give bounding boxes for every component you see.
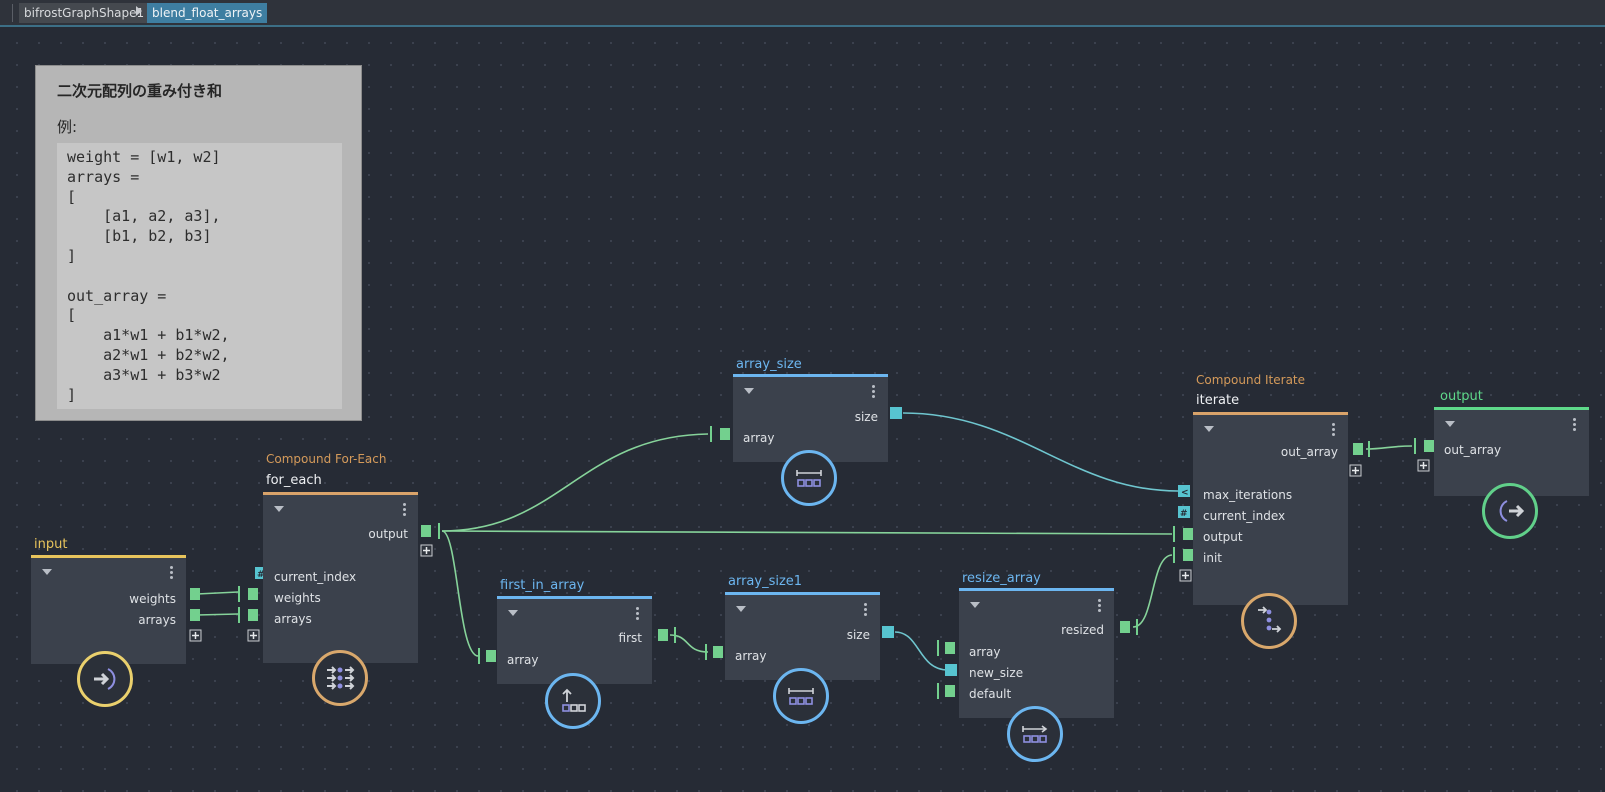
output-node-icon [1482, 483, 1538, 539]
wire-to-iterate-output [441, 530, 1173, 535]
wire-size-to-new-size [894, 631, 949, 671]
port-label-out-array: out_array [1444, 443, 1502, 457]
port-label-new-size: new_size [969, 666, 1024, 680]
node-title-array-size: array_size [736, 357, 802, 372]
first-in-array-icon [545, 673, 601, 729]
wire-out-array-to-output [1365, 445, 1413, 450]
node-title-output: output [1440, 389, 1483, 404]
note-code-block: weight = [w1, w2] arrays = [ [a1, a2, a3… [57, 143, 342, 409]
port-label-arrays: arrays [274, 612, 312, 626]
input-node-icon [77, 651, 133, 707]
node-body-resize-array[interactable]: resized array new_size default [959, 588, 1114, 718]
collapse-caret-icon[interactable] [508, 610, 518, 616]
node-title-first-in-array: first_in_array [500, 578, 585, 593]
port-label-current-index: current_index [1203, 509, 1286, 523]
port-label-arrays: arrays [138, 613, 176, 627]
collapse-caret-icon[interactable] [1445, 421, 1455, 427]
port-label-output: output [368, 527, 408, 541]
port-label-current-index: current_index [274, 570, 357, 584]
collapse-caret-icon[interactable] [274, 506, 284, 512]
iterate-icon [1241, 593, 1297, 649]
port-label-weights: weights [274, 591, 321, 605]
port-label-output: output [1203, 530, 1243, 544]
svg-text:#: # [1180, 509, 1188, 519]
wire-weights [196, 591, 239, 595]
collapse-caret-icon[interactable] [970, 602, 980, 608]
port-label-resized: resized [1061, 623, 1104, 637]
node-menu-icon[interactable] [872, 385, 875, 400]
collapse-caret-icon[interactable] [744, 388, 754, 394]
array-size-icon [781, 450, 837, 506]
node-body-first-in-array[interactable]: first array [497, 596, 652, 684]
port-label-array: array [735, 649, 767, 663]
collapse-caret-icon[interactable] [1204, 426, 1214, 432]
collapse-caret-icon[interactable] [42, 569, 52, 575]
node-title-iterate: iterate [1196, 393, 1240, 408]
array-size1-icon [773, 668, 829, 724]
note-title: 二次元配列の重み付き和 [57, 82, 223, 100]
node-category-for-each: Compound For-Each [266, 452, 387, 466]
wire-to-first-in-array [441, 530, 479, 657]
node-body-iterate[interactable]: out_array max_iterations current_index o… [1193, 412, 1348, 605]
node-body-array-size[interactable]: size array [733, 374, 888, 462]
resize-array-icon [1007, 706, 1063, 762]
wire-resized-to-init [1132, 554, 1173, 628]
port-label-out-array: out_array [1280, 445, 1338, 459]
node-title-resize-array: resize_array [962, 571, 1041, 586]
node-category-iterate: Compound Iterate [1196, 373, 1306, 387]
node-body-array-size1[interactable]: size array [725, 592, 880, 680]
port-label-max-iterations: max_iterations [1203, 488, 1293, 502]
port-label-first: first [618, 631, 642, 645]
wire-to-array-size [441, 433, 709, 532]
node-menu-icon[interactable] [864, 603, 867, 618]
port-label-array: array [507, 653, 539, 667]
node-menu-icon[interactable] [403, 503, 406, 518]
wire-size-to-max-iterations [902, 412, 1179, 492]
node-title-input: input [34, 537, 68, 552]
node-title-for-each: for_each [266, 473, 322, 488]
port-label-weights: weights [129, 592, 176, 606]
node-body-input[interactable]: weights arrays [31, 555, 186, 664]
node-title-array-size1: array_size1 [728, 574, 803, 589]
port-label-array: array [743, 431, 775, 445]
port-label-init: init [1203, 551, 1222, 565]
svg-text:<: < [1181, 488, 1189, 498]
sticky-note[interactable]: 二次元配列の重み付き和 例: weight = [w1, w2] arrays … [35, 65, 362, 421]
collapse-caret-icon[interactable] [736, 606, 746, 612]
node-menu-icon[interactable] [1332, 423, 1335, 438]
node-menu-icon[interactable] [636, 607, 639, 622]
port-label-default: default [969, 687, 1012, 701]
note-subtitle: 例: [57, 118, 78, 136]
port-label-size: size [854, 410, 878, 424]
node-menu-icon[interactable] [1098, 599, 1101, 614]
node-menu-icon[interactable] [1573, 418, 1576, 433]
node-menu-icon[interactable] [170, 566, 173, 581]
for-each-icon [312, 650, 368, 706]
port-label-array: array [969, 645, 1001, 659]
port-label-size: size [846, 628, 870, 642]
node-body-for-each[interactable]: output current_index weights arrays [263, 492, 418, 663]
wire-arrays [196, 613, 239, 616]
